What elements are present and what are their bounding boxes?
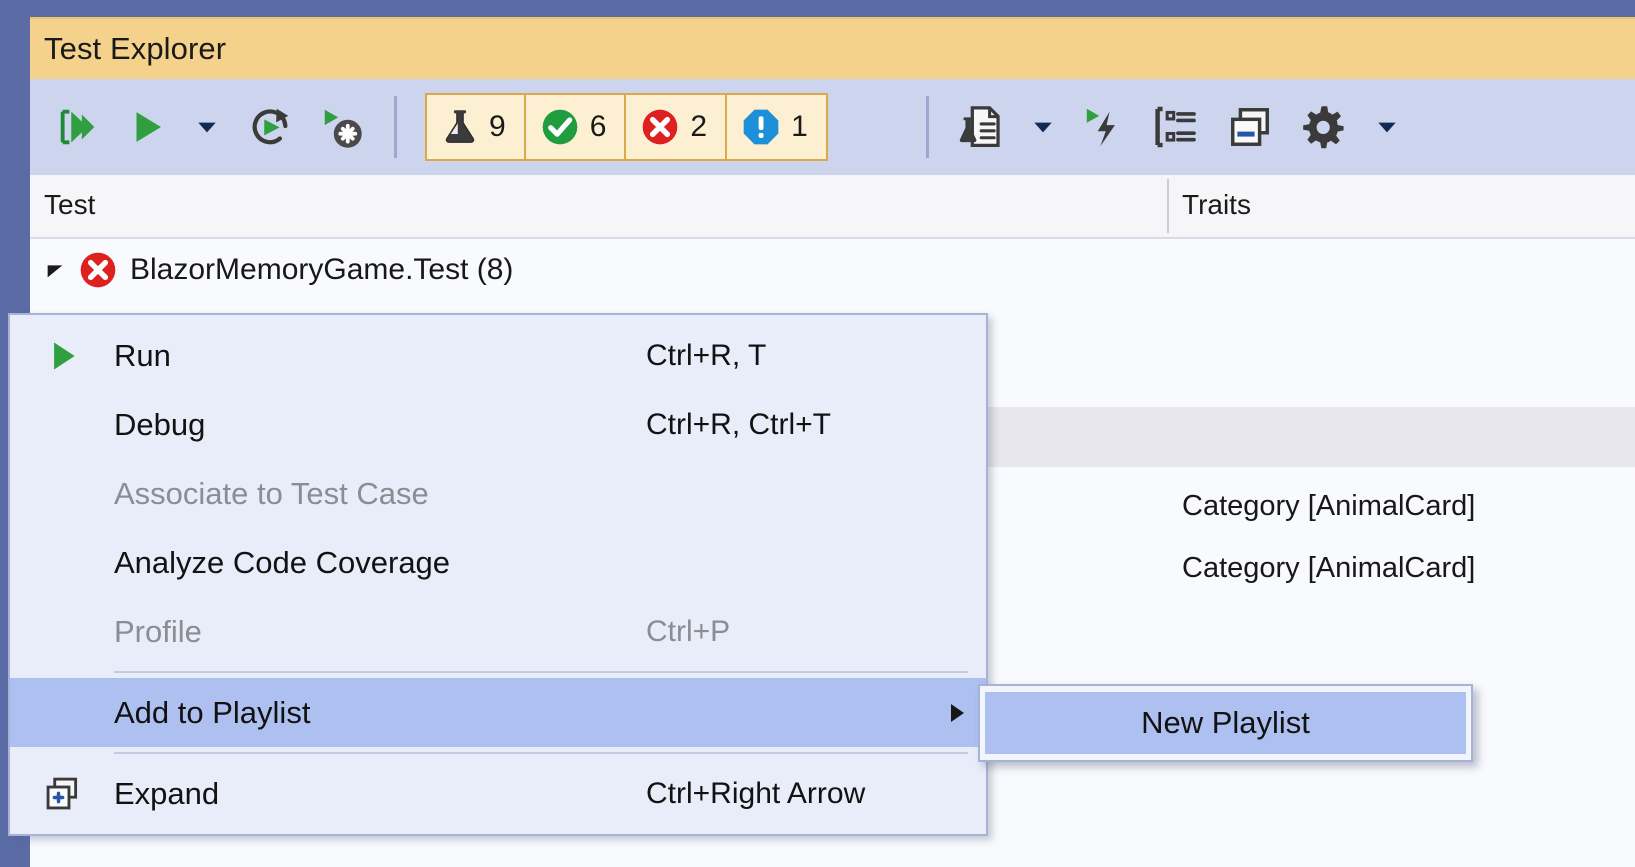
stop-run-icon [319,104,365,150]
gear-icon [1299,103,1347,151]
lightning-run-icon [1082,104,1128,150]
expand-collapse-button[interactable] [1213,97,1287,157]
add-to-playlist-submenu: New Playlist [978,684,1473,762]
group-by-button[interactable] [1139,97,1213,157]
submenu-arrow-icon [951,703,964,722]
menu-separator [114,752,968,754]
page-title: Test Explorer [44,31,227,66]
column-header-test[interactable]: Test [44,189,95,221]
menu-item-label: Run [114,337,171,373]
chevron-down-icon [1374,114,1400,140]
test-detail-summary-button[interactable] [945,97,1015,157]
menu-item-run[interactable]: Run Ctrl+R, T [10,321,986,390]
skipped-tests-counter[interactable]: 1 [725,93,828,161]
table-row[interactable]: BlazorMemoryGame.Test (8) [30,239,1635,301]
window-frame-top [0,0,1635,17]
toolbar-separator [394,96,397,158]
repeat-last-run-button[interactable] [234,97,306,157]
context-menu: Run Ctrl+R, T Debug Ctrl+R, Ctrl+T Assoc… [8,313,988,836]
skipped-tests-count: 1 [791,110,808,143]
play-icon [126,106,168,148]
column-header-traits[interactable]: Traits [1182,189,1251,221]
toolbar-separator-2 [926,96,929,158]
titlebar: Test Explorer [30,17,1635,79]
toolbar: 9 6 2 1 [30,79,1635,175]
menu-item-shortcut: Ctrl+P [646,614,731,648]
run-all-icon [55,104,101,150]
failed-tests-counter[interactable]: 2 [624,93,728,161]
menu-item-label: Profile [114,613,202,649]
error-circle-icon [78,250,118,290]
run-all-tests-button[interactable] [42,97,114,157]
menu-item-label: Add to Playlist [114,694,311,730]
settings-button[interactable] [1287,97,1359,157]
test-explorer-window: Test Explorer 9 6 2 1 Test Traits Blazor… [0,0,1635,867]
group-by-icon [1153,104,1199,150]
menu-item-shortcut: Ctrl+R, Ctrl+T [646,407,832,441]
expand-icon [10,775,114,813]
menu-item-associate-to-test-case: Associate to Test Case [10,459,986,528]
repeat-run-icon [247,104,293,150]
menu-item-label: Expand [114,775,220,811]
menu-item-label: Analyze Code Coverage [114,544,451,580]
column-divider[interactable] [1167,179,1169,233]
grid-header: Test Traits [30,175,1635,239]
menu-item-expand[interactable]: Expand Ctrl+Right Arrow [10,759,986,828]
menu-item-label: Debug [114,406,206,442]
chevron-down-icon [1030,114,1056,140]
stop-test-run-button[interactable] [306,97,378,157]
submenu-item-label: New Playlist [1141,705,1310,740]
run-selected-tests-button[interactable] [114,97,180,157]
menu-item-analyze-code-coverage[interactable]: Analyze Code Coverage [10,528,986,597]
settings-dropdown-button[interactable] [1359,97,1415,157]
failed-tests-count: 2 [690,110,708,143]
trait-value: Category [AnimalCard] [1182,489,1476,522]
run-until-failure-button[interactable] [1071,97,1139,157]
menu-item-shortcut: Ctrl+R, T [646,338,767,372]
window-copy-icon [1227,104,1273,150]
menu-item-add-to-playlist[interactable]: Add to Playlist [10,678,986,747]
play-icon [10,337,114,375]
info-octagon-icon [741,107,781,147]
passed-tests-count: 6 [589,110,607,143]
menu-item-debug[interactable]: Debug Ctrl+R, Ctrl+T [10,390,986,459]
trait-value: Category [AnimalCard] [1182,551,1476,584]
total-tests-count: 9 [489,110,506,143]
error-circle-icon [640,107,680,147]
check-circle-icon [540,107,580,147]
test-counters: 9 6 2 1 [425,79,828,175]
toolbar-view-group [910,79,1415,175]
tree-node[interactable]: BlazorMemoryGame.Test (8) [30,250,513,290]
menu-item-shortcut: Ctrl+Right Arrow [646,776,866,810]
test-document-icon [957,104,1003,150]
expander-icon[interactable] [44,259,66,281]
flask-icon [441,108,479,146]
passed-tests-counter[interactable]: 6 [523,93,627,161]
menu-item-profile: Profile Ctrl+P [10,597,986,666]
menu-item-label: Associate to Test Case [114,475,429,511]
chevron-down-icon [194,114,220,140]
menu-separator [114,671,968,673]
summary-dropdown-button[interactable] [1015,97,1071,157]
submenu-item-new-playlist[interactable]: New Playlist [985,692,1466,754]
run-dropdown-button[interactable] [180,97,234,157]
toolbar-run-group [42,79,413,175]
test-group-label: BlazorMemoryGame.Test (8) [130,253,514,286]
total-tests-counter[interactable]: 9 [425,93,526,161]
